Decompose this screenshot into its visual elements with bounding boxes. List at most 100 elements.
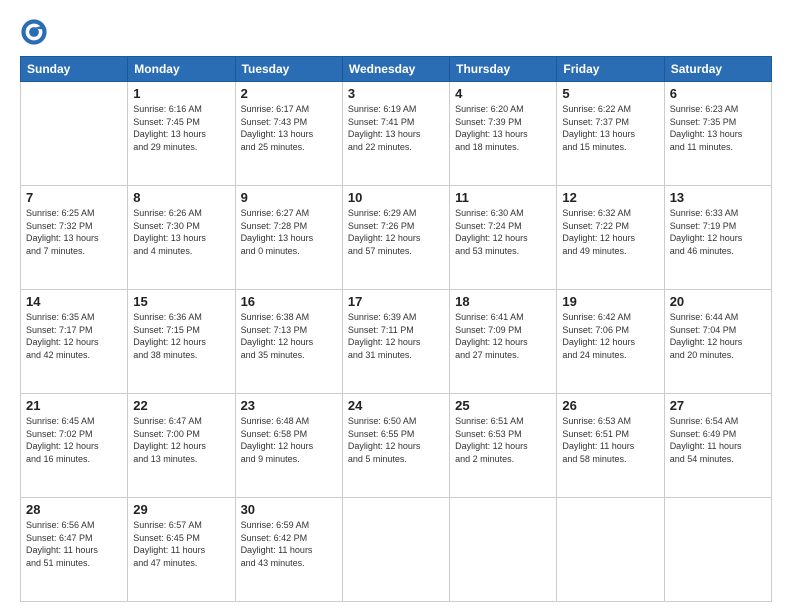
day-info: Sunrise: 6:33 AM Sunset: 7:19 PM Dayligh… <box>670 207 766 257</box>
weekday-header: Monday <box>128 57 235 82</box>
day-info: Sunrise: 6:53 AM Sunset: 6:51 PM Dayligh… <box>562 415 658 465</box>
day-info: Sunrise: 6:17 AM Sunset: 7:43 PM Dayligh… <box>241 103 337 153</box>
calendar-cell: 27 Sunrise: 6:54 AM Sunset: 6:49 PM Dayli… <box>664 394 771 498</box>
day-info: Sunrise: 6:19 AM Sunset: 7:41 PM Dayligh… <box>348 103 444 153</box>
day-number: 13 <box>670 190 766 205</box>
calendar-cell: 18 Sunrise: 6:41 AM Sunset: 7:09 PM Dayli… <box>450 290 557 394</box>
calendar-cell: 23Sunrise: 6:48 AM Sunset: 6:58 PM Dayli… <box>235 394 342 498</box>
calendar-cell: 1Sunrise: 6:16 AM Sunset: 7:45 PM Daylig… <box>128 82 235 186</box>
calendar-week-row: 14 Sunrise: 6:35 AM Sunset: 7:17 PM Dayli… <box>21 290 772 394</box>
day-info: Sunrise: 6:51 AM Sunset: 6:53 PM Dayligh… <box>455 415 551 465</box>
day-number: 10 <box>348 190 444 205</box>
day-info: Sunrise: 6:25 AM Sunset: 7:32 PM Dayligh… <box>26 207 122 257</box>
calendar-cell: 9Sunrise: 6:27 AM Sunset: 7:28 PM Daylig… <box>235 186 342 290</box>
day-number: 2 <box>241 86 337 101</box>
calendar-cell: 21Sunrise: 6:45 AM Sunset: 7:02 PM Dayli… <box>21 394 128 498</box>
calendar-cell: 5 Sunrise: 6:22 AM Sunset: 7:37 PM Daylig… <box>557 82 664 186</box>
day-info: Sunrise: 6:38 AM Sunset: 7:13 PM Dayligh… <box>241 311 337 361</box>
day-info: Sunrise: 6:56 AM Sunset: 6:47 PM Dayligh… <box>26 519 122 569</box>
day-number: 7 <box>26 190 122 205</box>
calendar-cell: 19 Sunrise: 6:42 AM Sunset: 7:06 PM Dayli… <box>557 290 664 394</box>
day-info: Sunrise: 6:39 AM Sunset: 7:11 PM Dayligh… <box>348 311 444 361</box>
day-info: Sunrise: 6:36 AM Sunset: 7:15 PM Dayligh… <box>133 311 229 361</box>
calendar-cell <box>557 498 664 602</box>
day-info: Sunrise: 6:29 AM Sunset: 7:26 PM Dayligh… <box>348 207 444 257</box>
weekday-header: Thursday <box>450 57 557 82</box>
weekday-header: Wednesday <box>342 57 449 82</box>
calendar-cell: 6Sunrise: 6:23 AM Sunset: 7:35 PM Daylig… <box>664 82 771 186</box>
calendar-week-row: 7 Sunrise: 6:25 AM Sunset: 7:32 PM Daylig… <box>21 186 772 290</box>
calendar-cell: 2 Sunrise: 6:17 AM Sunset: 7:43 PM Daylig… <box>235 82 342 186</box>
day-number: 29 <box>133 502 229 517</box>
day-info: Sunrise: 6:59 AM Sunset: 6:42 PM Dayligh… <box>241 519 337 569</box>
day-info: Sunrise: 6:41 AM Sunset: 7:09 PM Dayligh… <box>455 311 551 361</box>
calendar-cell: 22Sunrise: 6:47 AM Sunset: 7:00 PM Dayli… <box>128 394 235 498</box>
calendar-cell: 26 Sunrise: 6:53 AM Sunset: 6:51 PM Dayli… <box>557 394 664 498</box>
day-number: 14 <box>26 294 122 309</box>
calendar-cell <box>450 498 557 602</box>
calendar-week-row: 21Sunrise: 6:45 AM Sunset: 7:02 PM Dayli… <box>21 394 772 498</box>
day-number: 8 <box>133 190 229 205</box>
day-number: 18 <box>455 294 551 309</box>
calendar-cell: 14 Sunrise: 6:35 AM Sunset: 7:17 PM Dayli… <box>21 290 128 394</box>
day-info: Sunrise: 6:22 AM Sunset: 7:37 PM Dayligh… <box>562 103 658 153</box>
weekday-header: Friday <box>557 57 664 82</box>
calendar-cell <box>342 498 449 602</box>
day-number: 30 <box>241 502 337 517</box>
day-info: Sunrise: 6:23 AM Sunset: 7:35 PM Dayligh… <box>670 103 766 153</box>
calendar-cell: 20 Sunrise: 6:44 AM Sunset: 7:04 PM Dayli… <box>664 290 771 394</box>
logo-icon <box>20 18 48 46</box>
day-number: 26 <box>562 398 658 413</box>
weekday-header: Sunday <box>21 57 128 82</box>
day-info: Sunrise: 6:35 AM Sunset: 7:17 PM Dayligh… <box>26 311 122 361</box>
day-info: Sunrise: 6:57 AM Sunset: 6:45 PM Dayligh… <box>133 519 229 569</box>
day-info: Sunrise: 6:27 AM Sunset: 7:28 PM Dayligh… <box>241 207 337 257</box>
calendar-cell: 8Sunrise: 6:26 AM Sunset: 7:30 PM Daylig… <box>128 186 235 290</box>
calendar-cell: 30 Sunrise: 6:59 AM Sunset: 6:42 PM Dayli… <box>235 498 342 602</box>
day-number: 25 <box>455 398 551 413</box>
calendar-cell: 29 Sunrise: 6:57 AM Sunset: 6:45 PM Dayli… <box>128 498 235 602</box>
day-number: 27 <box>670 398 766 413</box>
day-info: Sunrise: 6:42 AM Sunset: 7:06 PM Dayligh… <box>562 311 658 361</box>
day-info: Sunrise: 6:20 AM Sunset: 7:39 PM Dayligh… <box>455 103 551 153</box>
day-number: 16 <box>241 294 337 309</box>
day-number: 20 <box>670 294 766 309</box>
day-info: Sunrise: 6:44 AM Sunset: 7:04 PM Dayligh… <box>670 311 766 361</box>
calendar-cell: 28 Sunrise: 6:56 AM Sunset: 6:47 PM Dayli… <box>21 498 128 602</box>
day-info: Sunrise: 6:54 AM Sunset: 6:49 PM Dayligh… <box>670 415 766 465</box>
day-number: 3 <box>348 86 444 101</box>
calendar-week-row: 28 Sunrise: 6:56 AM Sunset: 6:47 PM Dayli… <box>21 498 772 602</box>
day-number: 4 <box>455 86 551 101</box>
day-info: Sunrise: 6:50 AM Sunset: 6:55 PM Dayligh… <box>348 415 444 465</box>
calendar-cell: 15 Sunrise: 6:36 AM Sunset: 7:15 PM Dayli… <box>128 290 235 394</box>
calendar-week-row: 1Sunrise: 6:16 AM Sunset: 7:45 PM Daylig… <box>21 82 772 186</box>
calendar-cell: 16 Sunrise: 6:38 AM Sunset: 7:13 PM Dayli… <box>235 290 342 394</box>
day-number: 5 <box>562 86 658 101</box>
calendar-cell: 24 Sunrise: 6:50 AM Sunset: 6:55 PM Dayli… <box>342 394 449 498</box>
calendar: SundayMondayTuesdayWednesdayThursdayFrid… <box>20 56 772 602</box>
day-number: 21 <box>26 398 122 413</box>
calendar-cell: 12Sunrise: 6:32 AM Sunset: 7:22 PM Dayli… <box>557 186 664 290</box>
day-number: 23 <box>241 398 337 413</box>
calendar-cell: 4 Sunrise: 6:20 AM Sunset: 7:39 PM Daylig… <box>450 82 557 186</box>
calendar-cell: 10 Sunrise: 6:29 AM Sunset: 7:26 PM Dayli… <box>342 186 449 290</box>
calendar-cell: 17 Sunrise: 6:39 AM Sunset: 7:11 PM Dayli… <box>342 290 449 394</box>
calendar-header-row: SundayMondayTuesdayWednesdayThursdayFrid… <box>21 57 772 82</box>
calendar-cell <box>664 498 771 602</box>
day-info: Sunrise: 6:30 AM Sunset: 7:24 PM Dayligh… <box>455 207 551 257</box>
day-number: 11 <box>455 190 551 205</box>
day-number: 17 <box>348 294 444 309</box>
day-number: 24 <box>348 398 444 413</box>
day-info: Sunrise: 6:32 AM Sunset: 7:22 PM Dayligh… <box>562 207 658 257</box>
day-info: Sunrise: 6:47 AM Sunset: 7:00 PM Dayligh… <box>133 415 229 465</box>
calendar-cell: 3 Sunrise: 6:19 AM Sunset: 7:41 PM Daylig… <box>342 82 449 186</box>
day-number: 28 <box>26 502 122 517</box>
page-header <box>20 18 772 46</box>
calendar-cell: 13 Sunrise: 6:33 AM Sunset: 7:19 PM Dayli… <box>664 186 771 290</box>
calendar-cell: 25 Sunrise: 6:51 AM Sunset: 6:53 PM Dayli… <box>450 394 557 498</box>
day-number: 1 <box>133 86 229 101</box>
day-number: 15 <box>133 294 229 309</box>
logo <box>20 18 52 46</box>
day-number: 19 <box>562 294 658 309</box>
calendar-cell: 7 Sunrise: 6:25 AM Sunset: 7:32 PM Daylig… <box>21 186 128 290</box>
